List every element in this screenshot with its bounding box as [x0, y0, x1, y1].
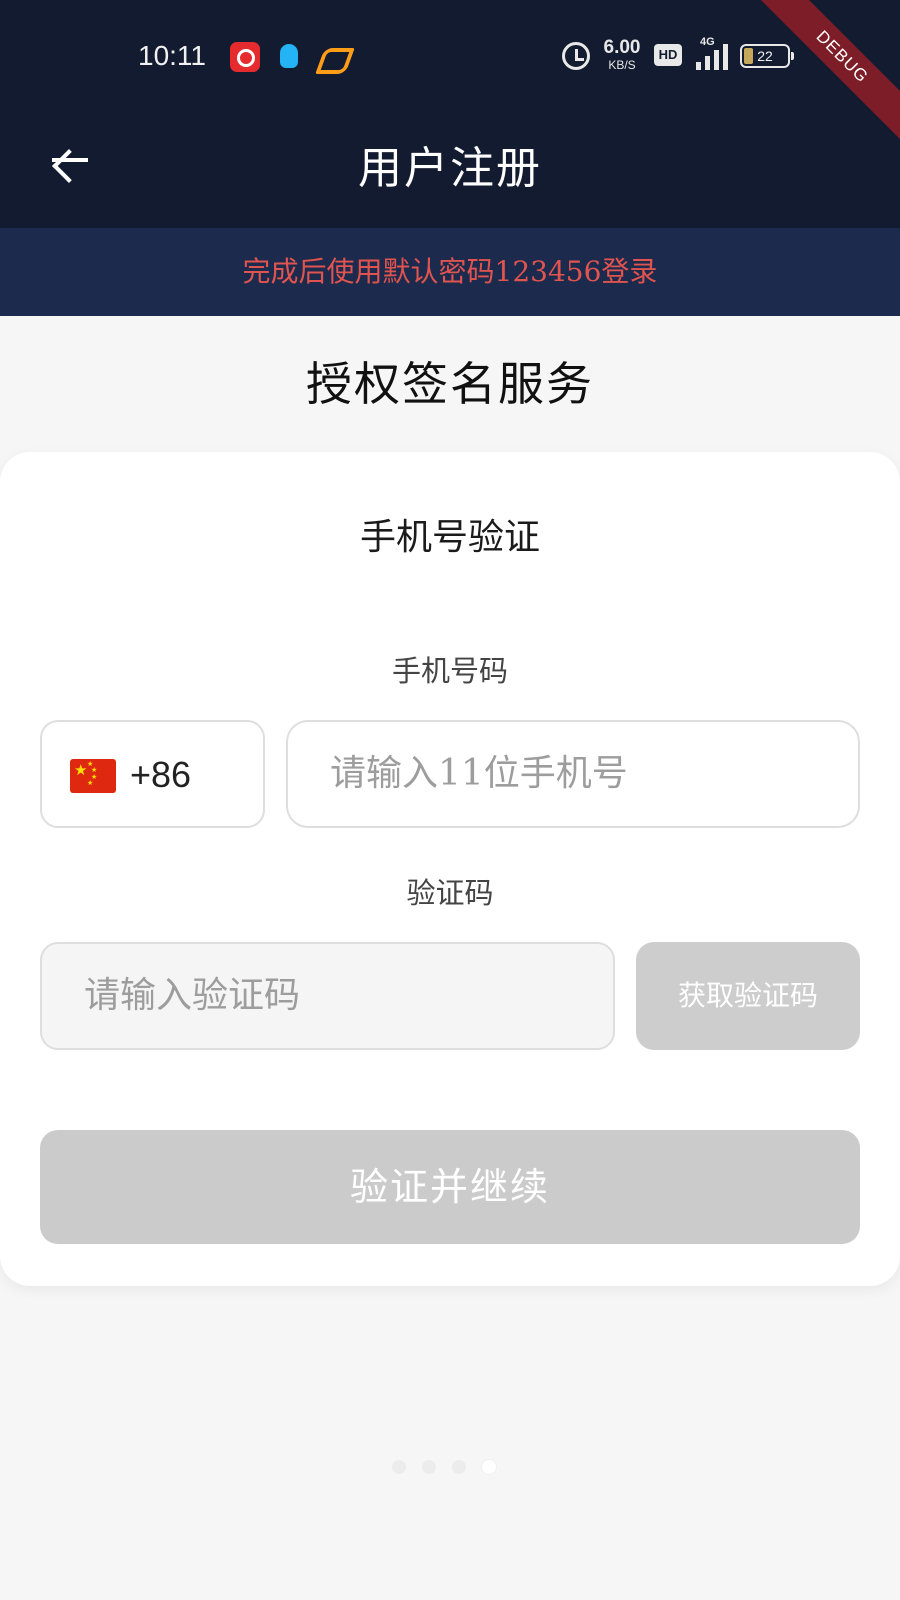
phone-label: 手机号码 — [391, 654, 508, 688]
alarm-icon — [562, 42, 590, 70]
verification-card: 手机号验证 手机号码 ★ ★ ★ ★ ★ +86 请输入11位手机号 验证码 请… — [0, 452, 900, 1286]
network-speed: 6.00 KB/S — [600, 38, 644, 71]
page-dot — [422, 1460, 436, 1474]
battery-icon: 22 — [740, 44, 794, 68]
page-dot-active — [482, 1460, 496, 1474]
network-type: 4G — [700, 36, 715, 48]
page-dot — [392, 1460, 406, 1474]
page-title: 用户注册 — [358, 143, 542, 194]
signal-icon: 4G — [692, 36, 734, 72]
verification-code-input[interactable]: 请输入验证码 — [40, 942, 615, 1050]
network-speed-unit: KB/S — [608, 58, 636, 72]
netease-music-icon — [230, 42, 260, 72]
phone-input[interactable]: 请输入11位手机号 — [286, 720, 860, 828]
qq-icon — [274, 42, 304, 72]
verify-continue-button[interactable]: 验证并继续 — [40, 1130, 860, 1244]
notice-banner: 完成后使用默认密码123456登录 — [0, 228, 900, 316]
china-flag-icon: ★ ★ ★ ★ ★ — [70, 759, 116, 793]
status-time: 10:11 — [138, 40, 206, 71]
page-indicator — [392, 1460, 512, 1480]
service-title: 授权签名服务 — [306, 357, 594, 411]
code-label: 验证码 — [406, 876, 494, 910]
get-code-button[interactable]: 获取验证码 — [636, 942, 860, 1050]
status-bar: 10:11 6.00 KB/S HD 4G 22 — [0, 30, 900, 86]
hd-badge: HD — [654, 44, 682, 66]
network-speed-value: 6.00 — [603, 37, 641, 58]
battery-level: 22 — [757, 48, 773, 64]
card-title: 手机号验证 — [359, 517, 540, 558]
heart-app-icon — [316, 42, 346, 72]
country-dial-code: +86 — [130, 754, 192, 795]
page-dot — [452, 1460, 466, 1474]
top-app-bar: 10:11 6.00 KB/S HD 4G 22 DEBUG 用户注册 — [0, 0, 900, 228]
country-code-select[interactable]: ★ ★ ★ ★ ★ +86 — [40, 720, 265, 828]
